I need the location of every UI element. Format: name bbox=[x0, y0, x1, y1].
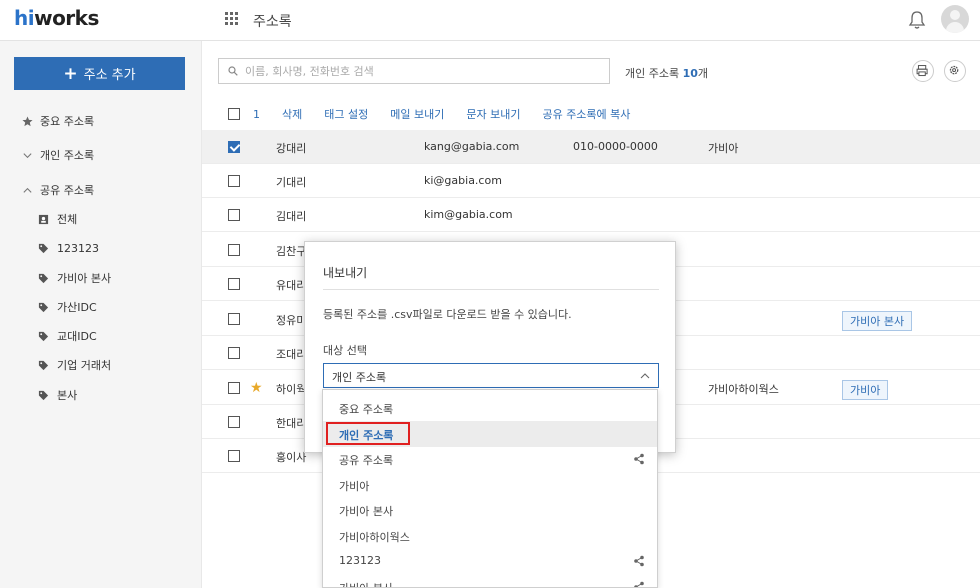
chevron-up-icon bbox=[23, 187, 32, 193]
dropdown-option[interactable]: 중요 주소록 bbox=[323, 395, 657, 421]
contact-phone: 010-0000-0000 bbox=[573, 140, 658, 153]
sidebar: + 주소 추가 중요 주소록 개인 주소록 공유 주소록 전체 123123 가비… bbox=[0, 41, 202, 588]
send-mail-button[interactable]: 메일 보내기 bbox=[390, 106, 444, 122]
dropdown-option[interactable]: 가비아 본사 bbox=[323, 497, 657, 523]
settings-button[interactable] bbox=[944, 60, 966, 82]
contact-company: 가비아하이웍스 bbox=[708, 383, 779, 396]
avatar[interactable] bbox=[941, 5, 969, 33]
row-checkbox[interactable] bbox=[228, 175, 240, 187]
gear-icon bbox=[949, 65, 959, 75]
contact-name: 기대리 bbox=[276, 176, 307, 189]
sidebar-shared-all[interactable]: 전체 bbox=[38, 209, 77, 229]
app-title: 주소록 bbox=[253, 14, 292, 30]
delete-button[interactable]: 삭제 bbox=[282, 106, 302, 122]
row-checkbox[interactable] bbox=[228, 347, 240, 359]
contact-name: 강대리 bbox=[276, 142, 307, 155]
row-checkbox[interactable] bbox=[228, 450, 240, 462]
top-bar: hiworks 주소록 bbox=[0, 0, 980, 41]
tag-icon bbox=[38, 390, 49, 400]
target-select-label: 대상 선택 bbox=[323, 344, 367, 357]
table-row[interactable]: 김대리 kim@gabia.com bbox=[202, 198, 980, 232]
sidebar-shared-tag[interactable]: 본사 bbox=[38, 385, 77, 405]
tag-icon bbox=[38, 243, 49, 253]
tag-icon bbox=[38, 331, 49, 341]
contact-name: 유대리 bbox=[276, 279, 307, 292]
copy-to-shared-button[interactable]: 공유 주소록에 복사 bbox=[542, 106, 630, 122]
hiworks-logo[interactable]: hiworks bbox=[14, 6, 99, 30]
row-checkbox[interactable] bbox=[228, 209, 240, 221]
printer-icon bbox=[916, 65, 928, 77]
table-row[interactable]: 기대리 ki@gabia.com bbox=[202, 164, 980, 198]
tag-icon bbox=[38, 273, 49, 283]
row-checkbox[interactable] bbox=[228, 313, 240, 325]
search-box bbox=[218, 58, 610, 84]
contact-name: 하이웍 bbox=[276, 383, 307, 396]
chevron-down-icon bbox=[23, 152, 32, 158]
list-toolbar: 1 삭제 태그 설정 메일 보내기 문자 보내기 공유 주소록에 복사 bbox=[228, 105, 630, 123]
contact-email: kang@gabia.com bbox=[424, 140, 520, 153]
dropdown-option[interactable]: 가비아 bbox=[323, 472, 657, 498]
row-checkbox[interactable] bbox=[228, 382, 240, 394]
target-select-value: 개인 주소록 bbox=[332, 371, 387, 384]
sidebar-item-personal[interactable]: 개인 주소록 bbox=[22, 145, 94, 165]
share-icon bbox=[634, 453, 644, 465]
dropdown-option[interactable]: 공유 주소록 bbox=[323, 446, 657, 472]
contact-count: 개인 주소록 10개 bbox=[625, 67, 709, 80]
chevron-up-icon bbox=[640, 373, 650, 379]
sidebar-shared-tag[interactable]: 가산IDC bbox=[38, 297, 97, 317]
contact-email: kim@gabia.com bbox=[424, 208, 513, 221]
contact-name: 김찬구 bbox=[276, 245, 307, 258]
contact-card-icon bbox=[38, 214, 49, 224]
target-select[interactable]: 개인 주소록 bbox=[323, 363, 659, 388]
contact-name: 김대리 bbox=[276, 210, 307, 223]
contact-company: 가비아 bbox=[708, 142, 739, 155]
sidebar-item-shared[interactable]: 공유 주소록 bbox=[22, 180, 94, 200]
dropdown-option[interactable]: 123123 bbox=[323, 548, 657, 574]
table-row[interactable]: 강대리 kang@gabia.com 010-0000-0000 가비아 bbox=[202, 130, 980, 164]
dropdown-option-selected[interactable]: 개인 주소록 bbox=[323, 421, 657, 447]
contact-tag-badge[interactable]: 가비아 bbox=[842, 380, 889, 400]
row-checkbox[interactable] bbox=[228, 244, 240, 256]
bell-icon[interactable] bbox=[906, 9, 928, 31]
star-icon[interactable]: ★ bbox=[250, 380, 263, 396]
print-button[interactable] bbox=[912, 60, 934, 82]
sidebar-shared-tag[interactable]: 기업 거래처 bbox=[38, 355, 111, 375]
share-icon bbox=[634, 581, 644, 587]
tag-icon bbox=[38, 360, 49, 370]
dropdown-option[interactable]: 가비아하이웍스 bbox=[323, 523, 657, 549]
contact-name: 조대리 bbox=[276, 348, 307, 361]
contact-name: 정유미 bbox=[276, 314, 307, 327]
sidebar-shared-tag[interactable]: 123123 bbox=[38, 238, 99, 258]
sidebar-shared-tag[interactable]: 교대IDC bbox=[38, 326, 97, 346]
tag-setting-button[interactable]: 태그 설정 bbox=[324, 106, 368, 122]
modal-title: 내보내기 bbox=[323, 266, 368, 280]
app-grid-icon[interactable] bbox=[225, 12, 239, 26]
sidebar-item-important[interactable]: 중요 주소록 bbox=[22, 111, 94, 131]
share-icon bbox=[634, 555, 644, 567]
contact-name: 홍이사 bbox=[276, 451, 307, 464]
contact-email: ki@gabia.com bbox=[424, 174, 502, 187]
contact-tag-badge[interactable]: 가비아 본사 bbox=[842, 311, 913, 331]
target-dropdown-list: 중요 주소록 개인 주소록 공유 주소록 가비아 가비아 본사 가비아하이웍스 … bbox=[322, 389, 658, 588]
send-sms-button[interactable]: 문자 보내기 bbox=[466, 106, 520, 122]
star-icon bbox=[22, 115, 33, 126]
sidebar-shared-tag[interactable]: 가비아 본사 bbox=[38, 268, 111, 288]
tag-icon bbox=[38, 302, 49, 312]
modal-divider bbox=[323, 289, 659, 290]
row-checkbox[interactable] bbox=[228, 141, 240, 153]
search-icon bbox=[228, 66, 238, 76]
plus-icon: + bbox=[63, 63, 78, 84]
row-checkbox[interactable] bbox=[228, 416, 240, 428]
dropdown-option[interactable]: 가비아 본사 bbox=[323, 574, 657, 587]
select-all-checkbox[interactable] bbox=[228, 108, 240, 120]
add-contact-button[interactable]: + 주소 추가 bbox=[14, 57, 185, 90]
selected-count: 1 bbox=[253, 107, 260, 121]
modal-description: 등록된 주소를 .csv파일로 다운로드 받을 수 있습니다. bbox=[323, 308, 572, 321]
row-checkbox[interactable] bbox=[228, 278, 240, 290]
search-input[interactable] bbox=[245, 62, 605, 80]
contact-name: 한대리 bbox=[276, 417, 307, 430]
